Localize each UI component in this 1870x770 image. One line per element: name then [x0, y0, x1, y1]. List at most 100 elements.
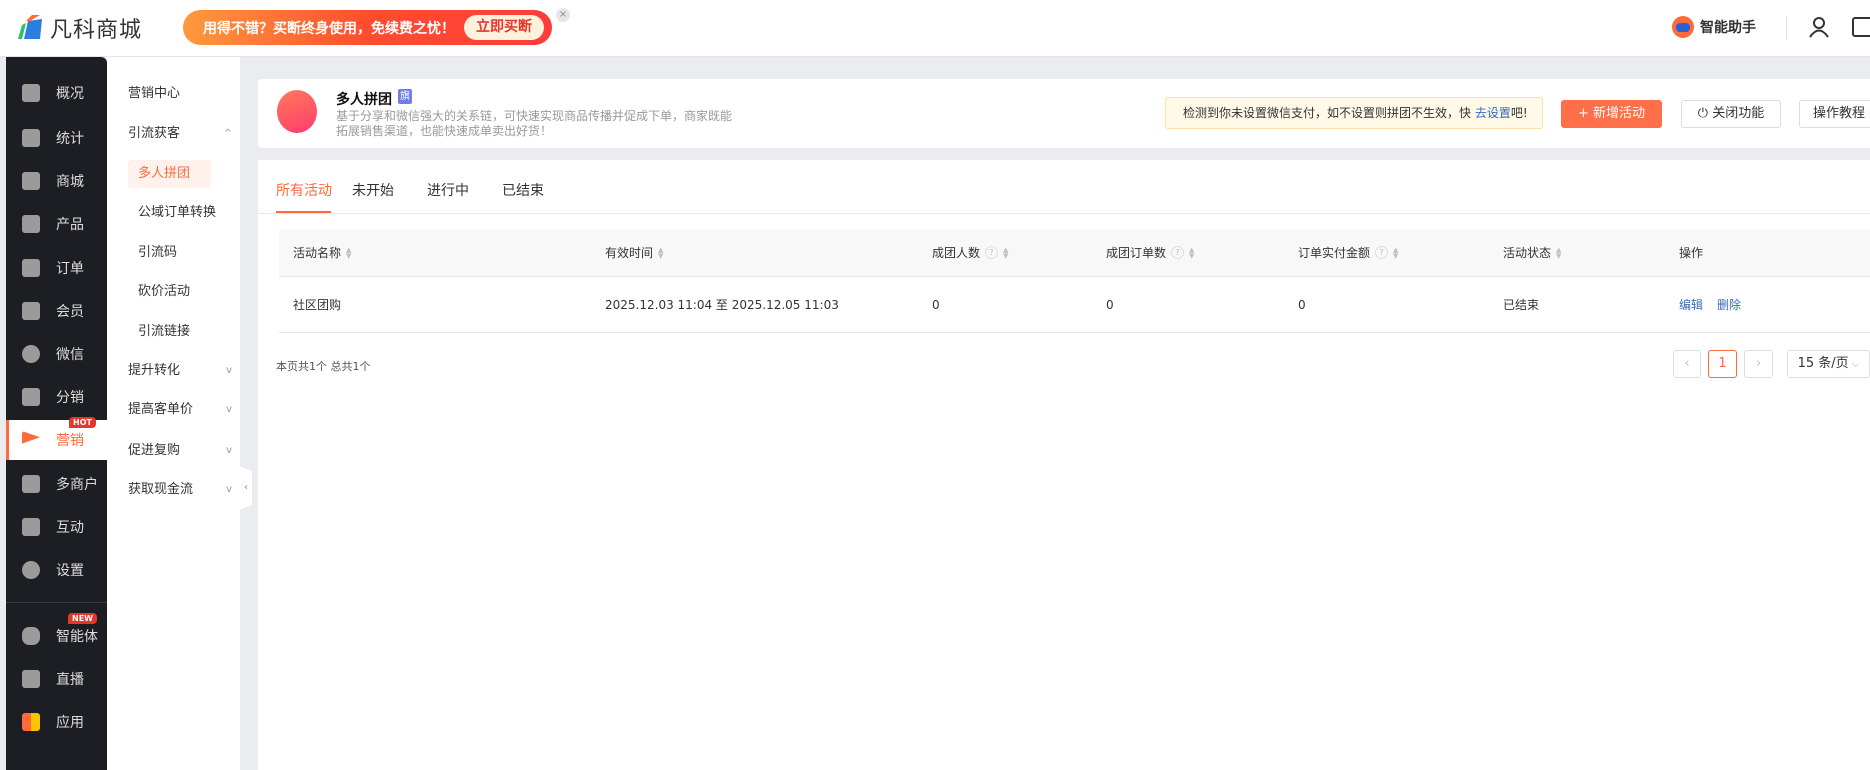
sub-label: 获取现金流	[128, 482, 194, 497]
next-page-button[interactable]: ›	[1744, 350, 1773, 378]
logo[interactable]: 凡科商城	[14, 12, 142, 44]
nav-label: 商城	[56, 174, 84, 190]
chevron-up-icon: ^	[223, 128, 232, 139]
nav-item-apps[interactable]: 应用	[6, 702, 107, 742]
nav-item-wechat[interactable]: 微信	[6, 334, 107, 374]
grid-icon	[22, 215, 40, 233]
chevron-down-icon: v	[226, 484, 232, 495]
sub-item-marketing-center[interactable]: 营销中心	[128, 80, 232, 108]
wechat-pay-alert: 检测到你未设置微信支付，如不设置则拼团不生效，快 去设置吧!	[1165, 97, 1543, 129]
nav-item-marketing[interactable]: 营销 HOT	[6, 417, 107, 460]
ai-assistant-button[interactable]: 智能助手	[1672, 16, 1756, 38]
help-icon[interactable]: ?	[1171, 246, 1185, 259]
collapse-sidebar-button[interactable]: ‹	[240, 466, 252, 510]
sub-item-group-buy[interactable]: 多人拼团	[128, 160, 211, 188]
sub-item-traffic-code[interactable]: 引流码	[128, 239, 232, 267]
col-amount[interactable]: 订单实付金额? ▲ ▼	[1298, 229, 1398, 276]
new-badge: NEW	[68, 613, 97, 624]
cell-amount: 0	[1298, 297, 1306, 312]
logo-icon	[18, 15, 42, 39]
interaction-icon	[22, 518, 40, 536]
help-icon[interactable]: ?	[1375, 246, 1389, 259]
promo-banner[interactable]: 用得不错？买断终身使用，免续费之忧！ 立即买断	[183, 10, 552, 45]
page-1-button[interactable]: 1	[1708, 350, 1737, 378]
nav-item-members[interactable]: 会员	[6, 291, 107, 331]
delete-link[interactable]: 删除	[1717, 296, 1741, 313]
users-icon	[22, 388, 40, 406]
sub-label: 公域订单转换	[138, 205, 217, 220]
nav-item-interaction[interactable]: 互动	[6, 507, 107, 547]
gear-icon	[22, 561, 40, 579]
tab-ended[interactable]: 已结束	[502, 180, 544, 200]
clipboard-icon	[22, 259, 40, 277]
feature-title: 多人拼团	[336, 92, 392, 108]
nav-item-orders[interactable]: 订单	[6, 248, 107, 288]
edit-link[interactable]: 编辑	[1679, 296, 1703, 313]
store-icon[interactable]	[1852, 17, 1870, 37]
sub-label: 多人拼团	[138, 166, 191, 181]
nav-item-agent[interactable]: 智能体 NEW	[6, 613, 107, 656]
sort-icon: ▲ ▼	[1189, 245, 1195, 260]
tab-all[interactable]: 所有活动	[276, 180, 332, 200]
nav-item-products[interactable]: 产品	[6, 204, 107, 244]
help-icon[interactable]: ?	[985, 246, 999, 259]
tutorial-button[interactable]: 操作教程	[1799, 100, 1870, 128]
close-icon[interactable]: ×	[556, 8, 570, 22]
page-size-select[interactable]: 15 条/页 ⌵	[1787, 350, 1870, 378]
feature-description: 基于分享和微信强大的关系链，可快速实现商品传播并促成下单，商家既能拓展销售渠道，…	[336, 109, 733, 138]
agent-icon	[22, 627, 40, 645]
cell-time: 2025.12.03 11:04 至 2025.12.05 11:03	[605, 298, 839, 312]
nav-item-distribution[interactable]: 分销	[6, 377, 107, 417]
nav-item-multi-merchant[interactable]: 多商户	[6, 464, 107, 504]
sub-item-traffic-link[interactable]: 引流链接	[128, 318, 232, 346]
sub-item-order-convert[interactable]: 公域订单转换	[128, 199, 232, 227]
nav-item-settings[interactable]: 设置	[6, 550, 107, 590]
user-icon[interactable]	[1808, 16, 1830, 38]
sub-item-aov[interactable]: 提高客单价 v	[128, 396, 232, 424]
sort-icon: ▲ ▼	[658, 245, 664, 260]
sub-item-repurchase[interactable]: 促进复购 v	[128, 437, 232, 465]
tab-divider	[258, 213, 1870, 214]
nav-label: 统计	[56, 131, 84, 147]
header-label: 成团订单数	[1106, 246, 1167, 260]
sort-icon: ▲ ▼	[1556, 245, 1562, 260]
sub-item-traffic[interactable]: 引流获客 ^	[128, 120, 232, 148]
nav-label: 设置	[56, 563, 84, 579]
nav-item-mall[interactable]: 商城	[6, 161, 107, 201]
cell-name: 社区团购	[293, 298, 342, 312]
sub-label: 引流码	[138, 245, 178, 260]
tab-not-started[interactable]: 未开始	[352, 180, 394, 200]
nav-label: 微信	[56, 347, 84, 363]
activity-list-card: 所有活动 未开始 进行中 已结束 活动名称 ▲ ▼ 有效时间 ▲ ▼ 成团人数? ▲ ▼ 成…	[258, 160, 1870, 770]
nav-label: 互动	[56, 520, 84, 536]
sub-item-conversion[interactable]: 提升转化 v	[128, 357, 232, 385]
sub-item-bargain[interactable]: 砍价活动	[128, 278, 232, 306]
cell-status: 已结束	[1503, 298, 1540, 312]
sub-label: 营销中心	[128, 86, 181, 101]
add-activity-button[interactable]: + 新增活动	[1561, 100, 1662, 128]
col-status[interactable]: 活动状态 ▲ ▼	[1503, 229, 1561, 276]
go-settings-link[interactable]: 去设置	[1475, 106, 1511, 120]
tv-icon	[22, 670, 40, 688]
feature-header-card: 多人拼团 旗 基于分享和微信强大的关系链，可快速实现商品传播并促成下单，商家既能…	[258, 79, 1870, 148]
sub-item-cashflow[interactable]: 获取现金流 v	[128, 476, 232, 504]
alert-text: 检测到你未设置微信支付，如不设置则拼团不生效，快	[1183, 106, 1475, 120]
nav-item-live[interactable]: 直播	[6, 659, 107, 699]
col-orders[interactable]: 成团订单数? ▲ ▼	[1106, 229, 1194, 276]
nav-label: 多商户	[56, 477, 98, 493]
prev-page-button[interactable]: ‹	[1673, 350, 1701, 378]
sub-label: 引流获客	[128, 126, 181, 141]
chevron-down-icon: ⌵	[1848, 359, 1860, 370]
col-members[interactable]: 成团人数? ▲ ▼	[932, 229, 1008, 276]
disable-feature-button[interactable]: ⏻ 关闭功能	[1681, 100, 1781, 128]
nav-label: 会员	[56, 304, 84, 320]
nav-item-stats[interactable]: 统计	[6, 118, 107, 158]
nav-item-overview[interactable]: 概况	[6, 73, 107, 113]
table-row: 社区团购 2025.12.03 11:04 至 2025.12.05 11:03…	[279, 277, 1870, 333]
flag-icon	[22, 431, 40, 444]
col-time[interactable]: 有效时间 ▲ ▼	[605, 229, 663, 276]
tab-ongoing[interactable]: 进行中	[427, 180, 469, 200]
buy-now-button[interactable]: 立即买断	[464, 15, 544, 40]
col-name[interactable]: 活动名称 ▲ ▼	[293, 229, 351, 276]
sort-icon: ▲ ▼	[346, 245, 352, 260]
